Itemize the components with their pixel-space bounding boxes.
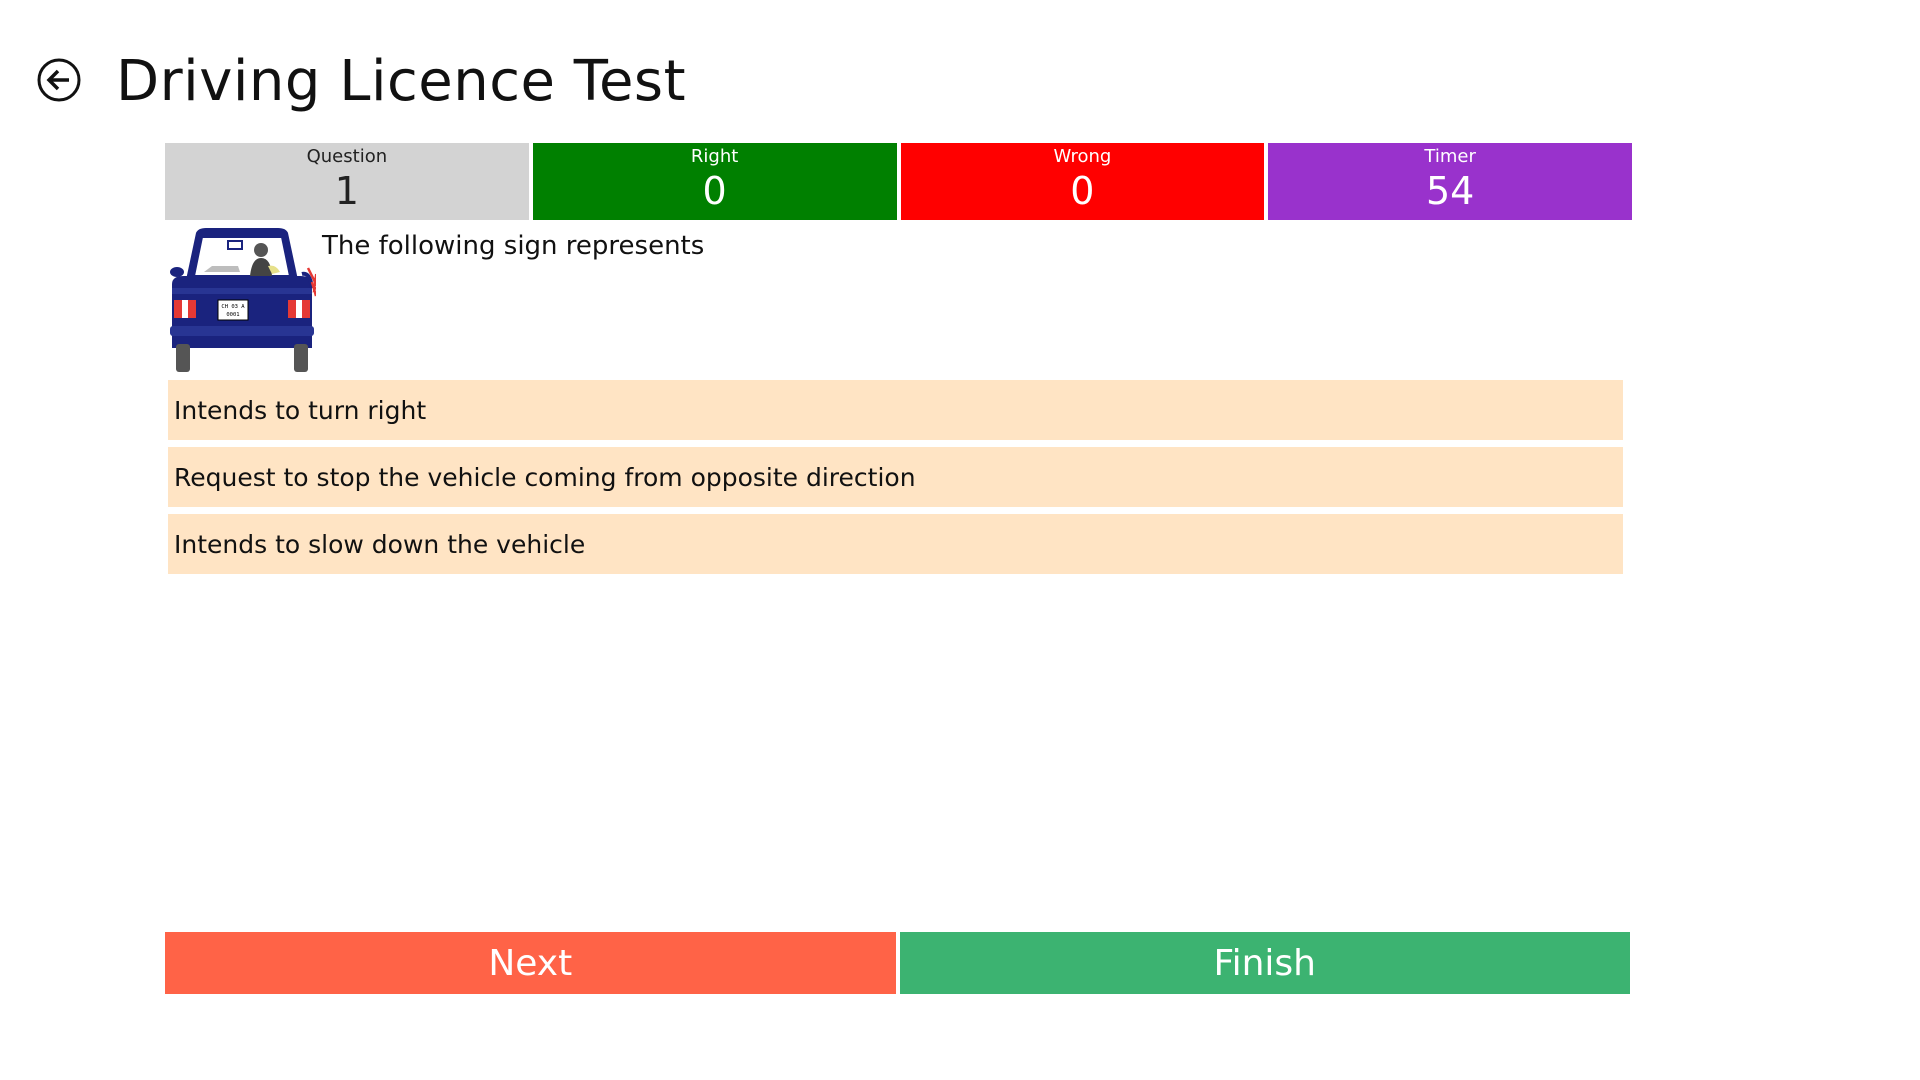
finish-button[interactable]: Finish xyxy=(899,932,1630,994)
stat-right-value: 0 xyxy=(702,169,727,213)
stat-right-label: Right xyxy=(690,146,739,167)
stat-question-value: 1 xyxy=(334,169,359,213)
action-bar: Next Finish xyxy=(165,932,1630,994)
page-title: Driving Licence Test xyxy=(116,49,687,114)
stat-timer: Timer 54 xyxy=(1268,143,1632,220)
plate-line-1: CH 03 A xyxy=(221,304,245,310)
stat-wrong-value: 0 xyxy=(1070,169,1095,213)
answer-options: Intends to turn right Request to stop th… xyxy=(168,380,1623,581)
stat-right: Right 0 xyxy=(532,143,897,220)
back-button[interactable] xyxy=(36,57,82,103)
stat-wrong: Wrong 0 xyxy=(900,143,1265,220)
stat-question: Question 1 xyxy=(165,143,529,220)
answer-option[interactable]: Request to stop the vehicle coming from … xyxy=(168,447,1623,507)
question-area: CH 03 A 0001 The following sign represen… xyxy=(168,228,1628,374)
stat-timer-label: Timer xyxy=(1424,146,1476,167)
plate-line-2: 0001 xyxy=(226,312,239,318)
next-button[interactable]: Next xyxy=(165,932,896,994)
arrow-left-circle-icon xyxy=(37,58,81,102)
question-text: The following sign represents xyxy=(322,231,705,261)
stat-timer-value: 54 xyxy=(1425,169,1475,213)
answer-option[interactable]: Intends to slow down the vehicle xyxy=(168,514,1623,574)
car-hand-signal-image: CH 03 A 0001 xyxy=(168,228,320,374)
answer-option[interactable]: Intends to turn right xyxy=(168,380,1623,440)
stat-question-label: Question xyxy=(306,146,388,167)
stat-wrong-label: Wrong xyxy=(1053,146,1112,167)
quiz-page: Driving Licence Test Question 1 Right 0 … xyxy=(0,0,1920,1080)
stats-bar: Question 1 Right 0 Wrong 0 Timer 54 xyxy=(165,143,1632,220)
